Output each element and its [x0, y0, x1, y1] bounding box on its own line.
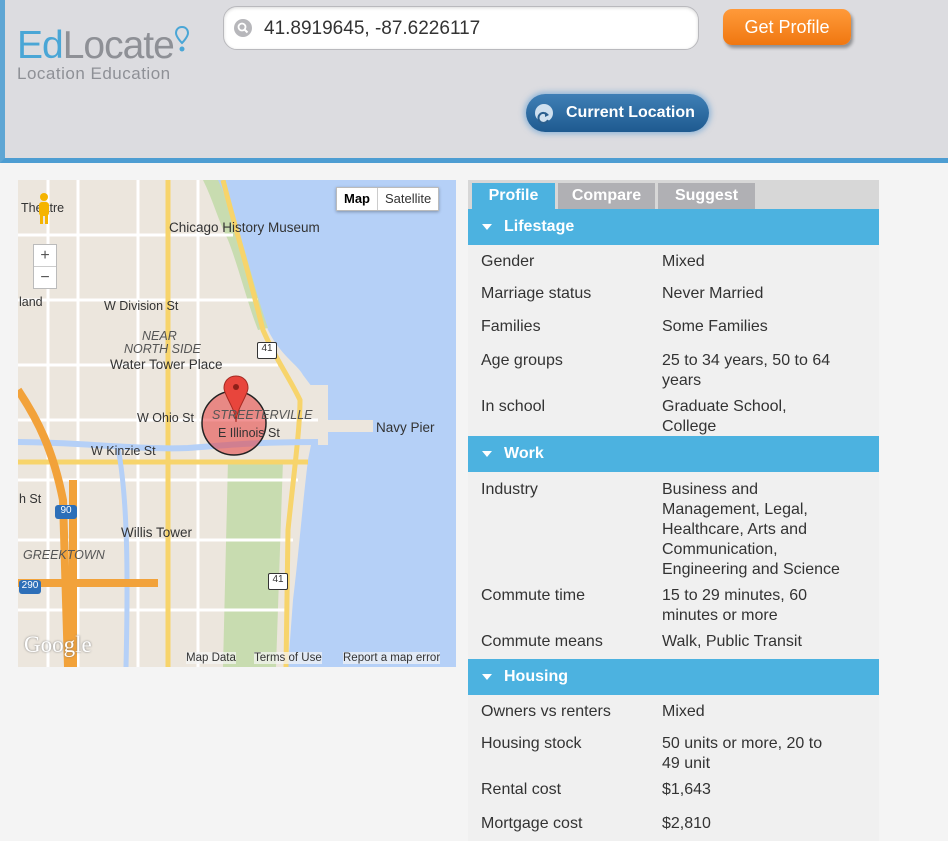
- section-header-lifestage[interactable]: Lifestage: [468, 209, 879, 245]
- row-label: Industry: [481, 481, 538, 498]
- tab-profile[interactable]: Profile: [472, 183, 555, 209]
- route-41-shield-top: 41: [257, 342, 277, 359]
- highway-290-shield: 290: [19, 580, 41, 594]
- row-value: Graduate School, College: [662, 398, 787, 435]
- row-value: 25 to 34 years, 50 to 64 years: [662, 352, 831, 389]
- highway-90-shield: 90: [55, 505, 77, 519]
- map-data-link[interactable]: Map Data: [186, 652, 236, 664]
- tab-suggest[interactable]: Suggest: [658, 183, 755, 209]
- current-location-label: Current Location: [566, 104, 695, 121]
- section-header-work[interactable]: Work: [468, 436, 879, 472]
- row-value: 50 units or more, 20 to 49 unit: [662, 735, 823, 772]
- section-title: Lifestage: [504, 218, 575, 235]
- map-label-water-tower: Water Tower Place: [110, 357, 223, 372]
- logo-wordmark: EdLocate: [17, 24, 175, 67]
- logo-tagline: Location Education: [17, 64, 171, 83]
- row-value: Walk, Public Transit: [662, 633, 802, 650]
- map-label-land: land: [19, 295, 43, 309]
- row-label: Rental cost: [481, 781, 562, 798]
- map-label-kinzie-st: W Kinzie St: [91, 444, 156, 458]
- row-value: Mixed: [662, 703, 705, 720]
- search-input[interactable]: [262, 14, 686, 44]
- caret-down-icon: [482, 674, 492, 680]
- map-type-map-button[interactable]: Map: [337, 188, 378, 210]
- edlocate-logo[interactable]: EdLocate Location Education: [17, 24, 189, 84]
- row-label: Commute time: [481, 587, 586, 604]
- map-type-control: Map Satellite: [336, 187, 440, 211]
- logo-locate: Locate: [62, 24, 175, 67]
- row-value: Some Families: [662, 318, 768, 335]
- row-value: 15 to 29 minutes, 60 minutes or more: [662, 587, 807, 624]
- row-label: Age groups: [481, 352, 563, 369]
- map-label-streeterville: STREETERVILLE: [212, 408, 313, 422]
- caret-down-icon: [482, 224, 492, 230]
- logo-ed: Ed: [17, 24, 64, 67]
- row-label: Mortgage cost: [481, 815, 583, 832]
- map-label-division-st: W Division St: [104, 299, 179, 313]
- street-view-pegman-icon[interactable]: [35, 192, 53, 226]
- map-type-satellite-button[interactable]: Satellite: [378, 188, 438, 210]
- row-label: Commute means: [481, 633, 603, 650]
- row-value: Mixed: [662, 253, 705, 270]
- get-profile-button[interactable]: Get Profile: [723, 9, 851, 45]
- route-41-shield-bottom: 41: [268, 573, 288, 590]
- row-label: In school: [481, 398, 546, 415]
- row-label: Housing stock: [481, 735, 582, 752]
- map-label-history-museum: Chicago History Museum: [169, 220, 320, 235]
- map-label-illinois-st: E Illinois St: [218, 426, 280, 440]
- map-footer: Map Data Terms of Use Report a map error: [18, 649, 456, 667]
- map-label-navy-pier: Navy Pier: [376, 420, 435, 435]
- row-label: Gender: [481, 253, 535, 270]
- terms-of-use-link[interactable]: Terms of Use: [254, 652, 322, 664]
- coordinates-search-field[interactable]: [223, 6, 699, 50]
- zoom-control: + −: [33, 244, 57, 289]
- row-label: Marriage status: [481, 285, 592, 302]
- caret-down-icon: [482, 451, 492, 457]
- tab-compare[interactable]: Compare: [558, 183, 655, 209]
- search-icon: [234, 19, 252, 37]
- report-map-error-link[interactable]: Report a map error: [343, 652, 441, 664]
- location-arrow-icon: [535, 104, 553, 124]
- row-value: Never Married: [662, 285, 764, 302]
- row-value: $1,643: [662, 781, 711, 798]
- map-label-willis-tower: Willis Tower: [121, 525, 193, 540]
- row-value: $2,810: [662, 815, 711, 832]
- zoom-out-button[interactable]: −: [34, 267, 56, 288]
- map-label-st-left: h St: [19, 492, 42, 506]
- section-title: Work: [504, 445, 544, 462]
- row-label: Families: [481, 318, 541, 335]
- current-location-button[interactable]: Current Location: [526, 94, 709, 132]
- location-pin-icon: [175, 26, 189, 52]
- row-label: Owners vs renters: [481, 703, 611, 720]
- profile-tabs: Profile Compare Suggest: [468, 180, 879, 209]
- map-view[interactable]: Theatre Chicago History Museum W Divisio…: [18, 180, 456, 667]
- map-label-north-side: NORTH SIDE: [124, 342, 201, 356]
- map-label-greektown: GREEKTOWN: [23, 548, 105, 562]
- section-header-housing[interactable]: Housing: [468, 659, 879, 695]
- zoom-in-button[interactable]: +: [34, 245, 56, 267]
- map-label-ohio-st: W Ohio St: [137, 411, 194, 425]
- profile-panel: Profile Compare Suggest Lifestage Gender…: [468, 180, 879, 841]
- section-title: Housing: [504, 668, 568, 685]
- app-header: EdLocate Location Education Get Profile …: [0, 0, 948, 163]
- map-label-near: NEAR: [142, 329, 177, 343]
- row-value: Business and Management, Legal, Healthca…: [662, 481, 840, 578]
